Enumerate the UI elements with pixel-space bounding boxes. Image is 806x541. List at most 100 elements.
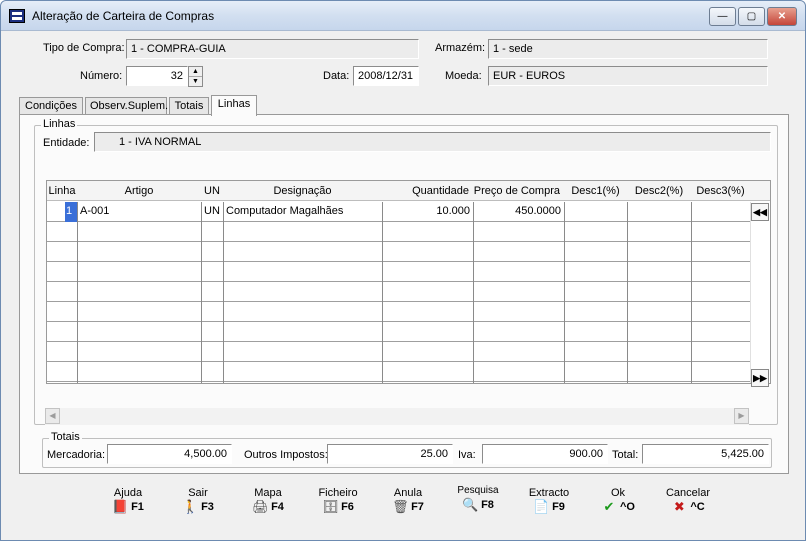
close-button[interactable]: ✕ — [767, 7, 797, 26]
first-record-button[interactable]: ◀◀ — [751, 203, 769, 221]
tipo-compra-label: Tipo de Compra: — [43, 42, 125, 54]
col-quantidade[interactable]: Quantidade — [382, 181, 473, 201]
cancel-label: Cancelar — [665, 487, 711, 499]
data-field[interactable]: 2008/12/31 — [353, 66, 419, 86]
purchase-order-window: Alteração de Carteira de Compras — ▢ ✕ T… — [0, 0, 806, 541]
tab-totais[interactable]: Totais — [169, 97, 209, 115]
scroll-left-icon[interactable]: ◀ — [45, 408, 60, 424]
armazem-label: Armazém: — [435, 42, 486, 54]
cancel-button[interactable]: Cancelar ✖ ^C — [659, 487, 717, 518]
cell-desc3[interactable] — [692, 202, 750, 222]
cell-linha[interactable]: 1 — [65, 202, 77, 222]
title-bar: Alteração de Carteira de Compras — ▢ ✕ — [1, 1, 805, 31]
outros-impostos-field[interactable]: 25.00 — [327, 444, 453, 464]
numero-label: Número: — [80, 70, 123, 82]
help-button[interactable]: Ajuda 📕 F1 — [101, 487, 155, 518]
search-icon: 🔍 — [462, 497, 479, 512]
cell-un[interactable]: UN — [202, 202, 223, 222]
minimize-button[interactable]: — — [709, 7, 736, 26]
cell-desc1[interactable] — [565, 202, 627, 222]
file-cabinet-icon: 🗄 — [322, 499, 339, 514]
grid-header: Linha Artigo UN Designação Quantidade Pr… — [47, 181, 770, 201]
maximize-button[interactable]: ▢ — [738, 7, 765, 26]
spin-up-icon[interactable]: ▲ — [189, 67, 202, 77]
checkmark-icon: ✔ — [603, 499, 615, 514]
book-icon: 📕 — [112, 499, 129, 514]
scroll-right-icon[interactable]: ▶ — [734, 408, 749, 424]
totais-group-title: Totais — [49, 431, 82, 443]
search-key: F8 — [481, 498, 494, 511]
void-button[interactable]: Anula 🗑 F7 — [381, 487, 435, 518]
entidade-label: Entidade: — [43, 137, 90, 149]
linhas-group-title: Linhas — [41, 118, 78, 130]
table-row[interactable]: 1 A-001 UN Computador Magalhães 10.000 4… — [47, 202, 750, 222]
grid-divider — [382, 202, 383, 383]
spin-down-icon[interactable]: ▼ — [189, 77, 202, 87]
total-field[interactable]: 5,425.00 — [642, 444, 769, 464]
iva-field[interactable]: 900.00 — [482, 444, 608, 464]
exit-label: Sair — [188, 487, 208, 499]
horizontal-scrollbar[interactable]: ◀ ▶ — [45, 408, 749, 425]
mercadoria-field[interactable]: 4,500.00 — [107, 444, 232, 464]
outros-impostos-label: Outros Impostos: — [244, 449, 328, 461]
table-row[interactable] — [47, 242, 750, 262]
ok-button[interactable]: Ok ✔ ^O — [591, 487, 645, 518]
col-desc2[interactable]: Desc2(%) — [627, 181, 691, 201]
cell-preco[interactable]: 450.0000 — [474, 202, 563, 222]
last-record-button[interactable]: ▶▶ — [751, 369, 769, 387]
tab-linhas[interactable]: Linhas — [211, 95, 257, 116]
total-label: Total: — [612, 449, 639, 461]
grid-divider — [77, 202, 78, 383]
grid-divider — [201, 202, 202, 383]
table-row[interactable] — [47, 342, 750, 362]
entidade-field[interactable]: 1 - IVA NORMAL — [94, 132, 771, 152]
moeda-field[interactable]: EUR - EUROS — [488, 66, 768, 86]
col-un[interactable]: UN — [201, 181, 223, 201]
exit-button[interactable]: Sair 🚶 F3 — [171, 487, 225, 518]
cell-designacao[interactable]: Computador Magalhães — [224, 202, 382, 222]
cancel-x-icon: ✖ — [673, 499, 685, 514]
help-label: Ajuda — [113, 487, 143, 499]
col-linha[interactable]: Linha — [47, 181, 77, 201]
exit-key: F3 — [201, 500, 214, 513]
grid-divider — [564, 202, 565, 383]
moeda-label: Moeda: — [445, 70, 482, 82]
cancel-key: ^C — [690, 500, 705, 513]
map-button[interactable]: Mapa 🖨 F4 — [241, 487, 295, 518]
table-row[interactable] — [47, 222, 750, 242]
col-designacao[interactable]: Designação — [223, 181, 382, 201]
data-label: Data: — [323, 70, 350, 82]
col-desc1[interactable]: Desc1(%) — [564, 181, 627, 201]
table-row[interactable] — [47, 282, 750, 302]
tab-condicoes[interactable]: Condições — [19, 97, 83, 115]
statement-label: Extracto — [528, 487, 570, 499]
statement-key: F9 — [552, 500, 565, 513]
cell-desc2[interactable] — [628, 202, 691, 222]
search-button[interactable]: Pesquisa 🔍 F8 — [451, 485, 505, 516]
cell-quantidade[interactable]: 10.000 — [383, 202, 472, 222]
table-row[interactable] — [47, 302, 750, 322]
armazem-field[interactable]: 1 - sede — [488, 39, 768, 59]
exit-icon: 🚶 — [182, 499, 199, 514]
numero-spinner[interactable]: ▲ ▼ — [188, 66, 203, 87]
file-key: F6 — [341, 500, 354, 513]
grid-side-panel: ◀◀ ▶▶ — [750, 202, 770, 387]
grid-divider — [627, 202, 628, 383]
tab-observ-suplem[interactable]: Observ.Suplem. — [85, 97, 168, 115]
cell-artigo[interactable]: A-001 — [78, 202, 200, 222]
app-logo-icon — [9, 9, 25, 23]
table-row[interactable] — [47, 322, 750, 342]
col-preco-compra[interactable]: Preço de Compra — [473, 181, 564, 201]
tipo-compra-field[interactable]: 1 - COMPRA-GUIA — [126, 39, 419, 59]
grid-divider — [691, 202, 692, 383]
col-desc3[interactable]: Desc3(%) — [691, 181, 750, 201]
statement-button[interactable]: Extracto 📄 F9 — [521, 487, 577, 518]
col-artigo[interactable]: Artigo — [77, 181, 201, 201]
table-row[interactable] — [47, 362, 750, 382]
linhas-grid: Linha Artigo UN Designação Quantidade Pr… — [46, 180, 771, 387]
file-button[interactable]: Ficheiro 🗄 F6 — [311, 487, 365, 518]
document-icon: 📄 — [533, 499, 550, 514]
table-row[interactable] — [47, 262, 750, 282]
numero-field[interactable]: 32 — [126, 66, 188, 86]
printer-icon: 🖨 — [252, 499, 269, 514]
